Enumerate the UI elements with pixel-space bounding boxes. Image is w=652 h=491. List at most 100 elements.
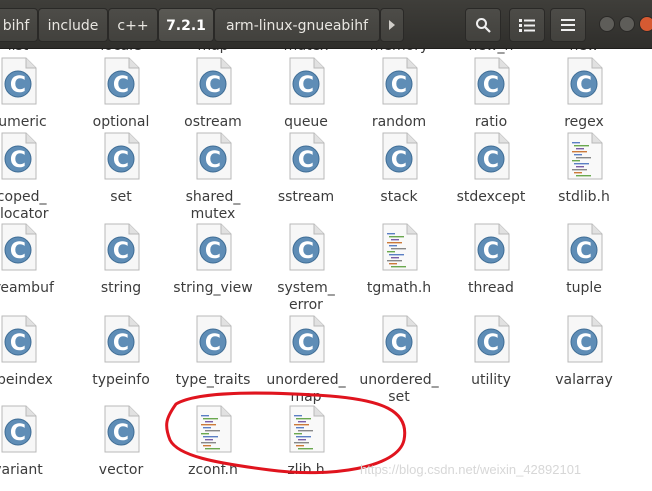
cpp-header-icon: C xyxy=(286,315,326,363)
cpp-header-icon: C xyxy=(104,315,140,363)
file-name-line: tuple xyxy=(566,280,602,296)
c-header-file-icon xyxy=(379,223,419,271)
maximize-button[interactable] xyxy=(619,16,635,32)
svg-text:C: C xyxy=(391,73,407,98)
cpp-header-icon: C xyxy=(101,57,141,105)
breadcrumb-arm-linux-gnueabihf[interactable]: arm-linux-gnueabihf xyxy=(214,8,380,42)
cpp-header-icon: C xyxy=(567,223,603,271)
cpp-header-icon: C xyxy=(196,315,232,363)
file-name-line-2: error xyxy=(289,297,323,313)
cpp-header-icon: C xyxy=(196,223,232,271)
c-header-file-icon xyxy=(286,405,326,453)
watermark-text: https://blog.csdn.net/weixin_42892101 xyxy=(360,462,582,477)
c-header-file-icon xyxy=(564,132,604,180)
file-name-line-2: allocator xyxy=(0,206,49,222)
svg-text:C: C xyxy=(483,239,499,264)
cpp-header-icon: C xyxy=(474,223,510,271)
view-list-icon xyxy=(519,19,535,32)
cpp-header-icon: C xyxy=(1,132,37,180)
file-name-label: tuple xyxy=(524,280,644,297)
cpp-header-icon: C xyxy=(0,57,38,105)
menu-button[interactable] xyxy=(550,8,586,42)
cpp-header-icon: C xyxy=(101,132,141,180)
svg-text:C: C xyxy=(10,148,26,173)
svg-text:C: C xyxy=(576,73,592,98)
breadcrumb-forward-button[interactable] xyxy=(380,8,404,42)
c-header-file-icon xyxy=(196,405,232,453)
cpp-header-icon: C xyxy=(379,57,419,105)
cpp-header-icon: C xyxy=(289,132,325,180)
breadcrumb-cpp[interactable]: c++ xyxy=(108,8,158,42)
cpp-header-icon: C xyxy=(1,315,37,363)
file-name-label: valarray xyxy=(524,372,644,389)
svg-text:C: C xyxy=(113,73,129,98)
breadcrumb-bihf[interactable]: bihf xyxy=(0,8,38,42)
cpp-header-icon: C xyxy=(382,315,418,363)
svg-text:C: C xyxy=(10,73,26,98)
svg-text:C: C xyxy=(483,148,499,173)
search-icon xyxy=(476,18,491,33)
cpp-header-icon: C xyxy=(104,57,140,105)
svg-text:C: C xyxy=(10,421,26,446)
cpp-header-icon: C xyxy=(567,57,603,105)
cpp-header-icon: C xyxy=(564,315,604,363)
cpp-header-icon: C xyxy=(104,223,140,271)
cpp-header-icon: C xyxy=(564,223,604,271)
svg-text:C: C xyxy=(10,239,26,264)
svg-text:C: C xyxy=(205,73,221,98)
cpp-header-icon: C xyxy=(104,405,140,453)
svg-text:C: C xyxy=(113,421,129,446)
breadcrumb-include[interactable]: include xyxy=(38,8,108,42)
cpp-header-icon: C xyxy=(471,57,511,105)
file-name-label: zlib.h xyxy=(246,462,366,479)
cpp-header-icon: C xyxy=(193,223,233,271)
cpp-header-icon: C xyxy=(193,132,233,180)
file-name-label: regex xyxy=(524,114,644,131)
cpp-header-icon: C xyxy=(101,223,141,271)
cpp-header-icon: C xyxy=(564,57,604,105)
cpp-header-icon: C xyxy=(289,315,325,363)
cpp-header-icon: C xyxy=(0,315,38,363)
cpp-header-icon: C xyxy=(471,315,511,363)
cpp-header-icon: C xyxy=(101,405,141,453)
svg-text:C: C xyxy=(576,239,592,264)
svg-text:C: C xyxy=(10,331,26,356)
svg-text:C: C xyxy=(298,148,314,173)
cpp-header-icon: C xyxy=(1,223,37,271)
file-name-line: regex xyxy=(564,114,604,130)
cpp-header-icon: C xyxy=(382,57,418,105)
cpp-header-icon: C xyxy=(0,132,38,180)
cpp-header-icon: C xyxy=(474,315,510,363)
search-button[interactable] xyxy=(465,8,501,42)
cpp-header-icon: C xyxy=(471,132,511,180)
minimize-button[interactable] xyxy=(599,16,615,32)
view-options-button[interactable] xyxy=(509,8,545,42)
svg-text:C: C xyxy=(391,148,407,173)
close-button[interactable] xyxy=(639,16,652,32)
cpp-header-icon: C xyxy=(471,223,511,271)
file-name-line: stdlib.h xyxy=(558,189,610,205)
cpp-header-icon: C xyxy=(0,223,38,271)
cpp-header-icon: C xyxy=(1,57,37,105)
svg-text:C: C xyxy=(205,331,221,356)
cpp-header-icon: C xyxy=(193,57,233,105)
path-bar: bihf include c++ 7.2.1 arm-linux-gnueabi… xyxy=(0,0,652,49)
c-header-file-icon xyxy=(382,223,418,271)
svg-text:C: C xyxy=(391,331,407,356)
svg-text:C: C xyxy=(576,331,592,356)
svg-text:C: C xyxy=(113,331,129,356)
c-header-file-icon xyxy=(193,405,233,453)
cpp-header-icon: C xyxy=(474,57,510,105)
breadcrumb-version[interactable]: 7.2.1 xyxy=(158,8,214,42)
svg-text:C: C xyxy=(483,331,499,356)
chevron-right-icon xyxy=(389,20,395,30)
cpp-header-icon: C xyxy=(474,132,510,180)
file-name-line: valarray xyxy=(555,372,613,388)
file-name-line-2: set xyxy=(388,389,410,405)
cpp-header-icon: C xyxy=(0,405,38,453)
svg-text:C: C xyxy=(113,148,129,173)
cpp-header-icon: C xyxy=(382,132,418,180)
cpp-header-icon: C xyxy=(196,132,232,180)
svg-text:C: C xyxy=(113,239,129,264)
cpp-header-icon: C xyxy=(193,315,233,363)
